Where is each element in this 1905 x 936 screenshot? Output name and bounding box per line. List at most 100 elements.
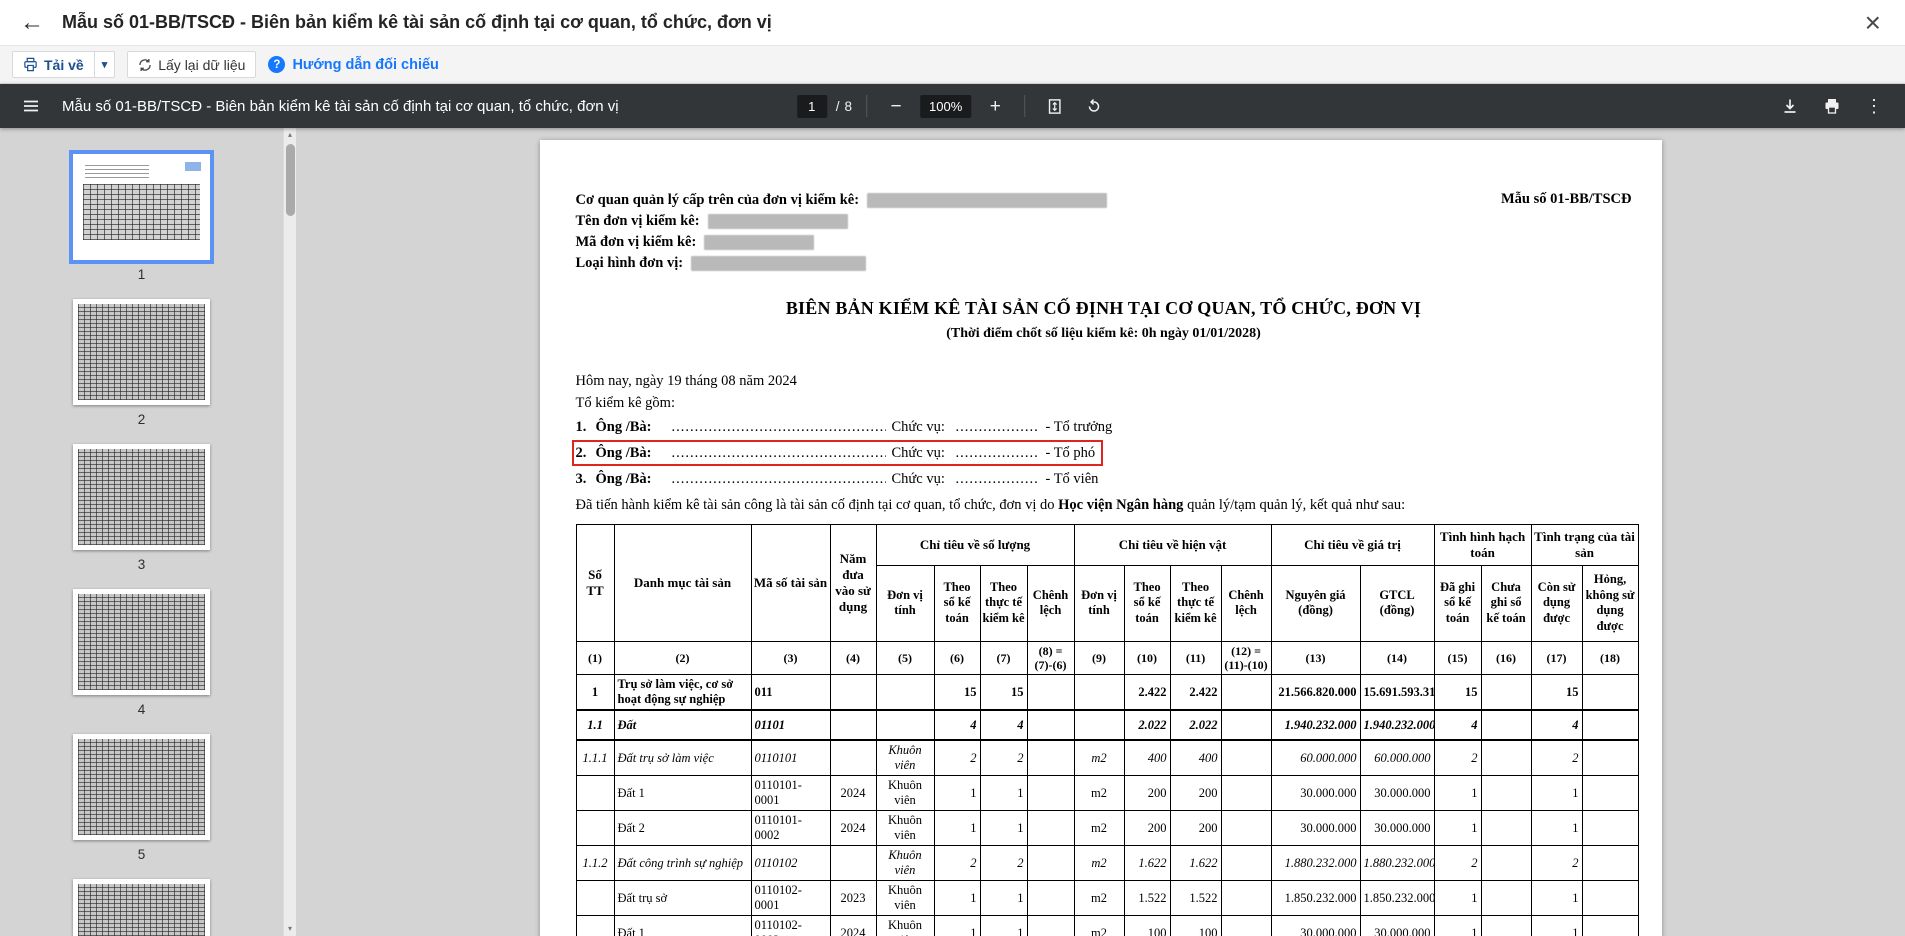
redacted-value — [691, 256, 866, 271]
thumbnail-page-3[interactable]: 3 — [73, 444, 210, 572]
toolbar-separator — [866, 95, 867, 117]
table-cell: 4 — [980, 710, 1027, 740]
table-cell — [1481, 776, 1531, 811]
document-area[interactable]: Cơ quan quản lý cấp trên của đơn vị kiểm… — [296, 128, 1905, 936]
table-cell: Đất 2 — [614, 811, 751, 846]
thumbnail-page-number: 3 — [138, 557, 146, 572]
thumbnail-scrollbar[interactable]: ▴ ▾ — [283, 128, 296, 936]
table-cell: 2 — [934, 740, 980, 776]
result-line-prefix: Đã tiến hành kiểm kê tài sản công là tài… — [576, 497, 1059, 513]
table-cell: m2 — [1074, 846, 1124, 881]
guide-link[interactable]: ? Hướng dẫn đối chiếu — [268, 56, 438, 73]
table-cell — [1582, 740, 1638, 776]
document-meta-line: Cơ quan quản lý cấp trên của đơn vị kiểm… — [576, 190, 1108, 211]
thumbnail-preview — [73, 444, 210, 550]
table-column-number: (12) = (11)-(10) — [1221, 641, 1271, 675]
table-cell: 011 — [751, 675, 830, 711]
table-cell: 1 — [576, 675, 614, 711]
table-cell: Khuôn viên — [876, 881, 934, 916]
table-cell: 1.1.1 — [576, 740, 614, 776]
table-cell: 1 — [1531, 776, 1582, 811]
table-cell: 1.522 — [1124, 881, 1170, 916]
table-cell: 01101 — [751, 710, 830, 740]
table-row: 1.1.2Đất công trình sự nghiệp0110102Khuô… — [576, 846, 1638, 881]
table-cell: Khuôn viên — [876, 776, 934, 811]
table-cell: 15.691.593.316 — [1360, 675, 1434, 711]
guide-link-label: Hướng dẫn đối chiếu — [292, 57, 438, 73]
refresh-icon — [138, 58, 152, 72]
table-cell: 30.000.000 — [1360, 811, 1434, 846]
page-number-input[interactable]: 1 — [797, 95, 827, 118]
table-header-cell: Chỉ tiêu về số lượng — [876, 525, 1074, 566]
table-subheader-cell: Hỏng, không sử dụng được — [1582, 566, 1638, 642]
table-cell: 1.622 — [1170, 846, 1221, 881]
reload-button-label: Lấy lại dữ liệu — [158, 57, 245, 73]
table-row: 1.1Đất01101442.0222.0221.940.232.0001.94… — [576, 710, 1638, 740]
table-cell — [1582, 710, 1638, 740]
table-cell: 15 — [1434, 675, 1481, 711]
table-row: 1Trụ sở làm việc, cơ sở hoạt động sự ngh… — [576, 675, 1638, 711]
reload-data-button[interactable]: Lấy lại dữ liệu — [127, 51, 256, 78]
download-icon[interactable] — [1775, 91, 1805, 121]
table-column-number: (7) — [980, 641, 1027, 675]
table-cell: Đất trụ sở — [614, 881, 751, 916]
table-cell: 30.000.000 — [1360, 916, 1434, 936]
back-button[interactable]: ← — [20, 11, 56, 35]
thumbnail-page-4[interactable]: 4 — [73, 589, 210, 717]
table-cell — [1027, 811, 1074, 846]
table-cell: m2 — [1074, 881, 1124, 916]
close-button[interactable]: × — [1861, 9, 1885, 37]
table-cell — [1221, 710, 1271, 740]
thumbnail-page-1[interactable]: 1 — [73, 154, 210, 282]
menu-icon[interactable] — [16, 91, 46, 121]
table-cell: Đất công trình sự nghiệp — [614, 846, 751, 881]
table-cell: 2.022 — [1170, 710, 1221, 740]
table-column-number: (18) — [1582, 641, 1638, 675]
page-count: / 8 — [836, 99, 852, 114]
zoom-in-button[interactable]: + — [980, 91, 1010, 121]
table-cell: 1.940.232.000 — [1271, 710, 1360, 740]
download-button-label: Tải về — [44, 57, 84, 73]
table-cell: Khuôn viên — [876, 916, 934, 936]
table-cell: 1 — [1434, 811, 1481, 846]
table-row: Đất 10110101-00012024Khuôn viên11m220020… — [576, 776, 1638, 811]
table-cell — [1221, 846, 1271, 881]
rotate-icon[interactable] — [1078, 91, 1108, 121]
pdf-page-1: Cơ quan quản lý cấp trên của đơn vị kiểm… — [540, 140, 1662, 936]
table-cell: 2024 — [830, 811, 876, 846]
fit-page-icon[interactable] — [1039, 91, 1069, 121]
member-position-label: Chức vụ: — [886, 443, 956, 463]
chevron-down-icon: ▾ — [102, 58, 108, 71]
table-header-cell: Chỉ tiêu về hiện vật — [1074, 525, 1271, 566]
more-options-icon[interactable]: ⋮ — [1859, 91, 1889, 121]
table-column-number: (2) — [614, 641, 751, 675]
member-name-label: Ông /Bà: — [596, 469, 672, 489]
scroll-up-arrow[interactable]: ▴ — [284, 128, 296, 142]
table-cell: Đất 1 — [614, 776, 751, 811]
scrollbar-thumb[interactable] — [286, 144, 295, 216]
table-cell: 2 — [980, 740, 1027, 776]
table-cell — [1027, 710, 1074, 740]
member-position-label: Chức vụ: — [886, 469, 956, 489]
thumbnail-page-5[interactable]: 5 — [73, 734, 210, 862]
table-cell — [1481, 916, 1531, 936]
thumbnail-page-6[interactable]: 6 — [73, 879, 210, 936]
download-button[interactable]: Tải về — [12, 51, 95, 78]
table-cell: Khuôn viên — [876, 740, 934, 776]
download-dropdown-button[interactable]: ▾ — [95, 51, 116, 78]
member-position-label: Chức vụ: — [886, 417, 956, 437]
table-cell: 1.622 — [1124, 846, 1170, 881]
zoom-out-button[interactable]: − — [881, 91, 911, 121]
table-subheader-cell: GTCL (đồng) — [1360, 566, 1434, 642]
thumbnail-preview — [73, 299, 210, 405]
thumbnail-preview — [73, 589, 210, 695]
table-cell: 1 — [1531, 811, 1582, 846]
table-cell — [1074, 710, 1124, 740]
table-cell — [576, 811, 614, 846]
print-icon[interactable] — [1817, 91, 1847, 121]
thumbnail-list: 1 2 3 4 5 6 — [0, 154, 283, 936]
asset-inventory-table: Số TTDanh mục tài sảnMã số tài sảnNăm đư… — [576, 524, 1639, 936]
table-header-cell: Tình hình hạch toán — [1434, 525, 1531, 566]
thumbnail-page-2[interactable]: 2 — [73, 299, 210, 427]
scroll-down-arrow[interactable]: ▾ — [284, 922, 296, 936]
